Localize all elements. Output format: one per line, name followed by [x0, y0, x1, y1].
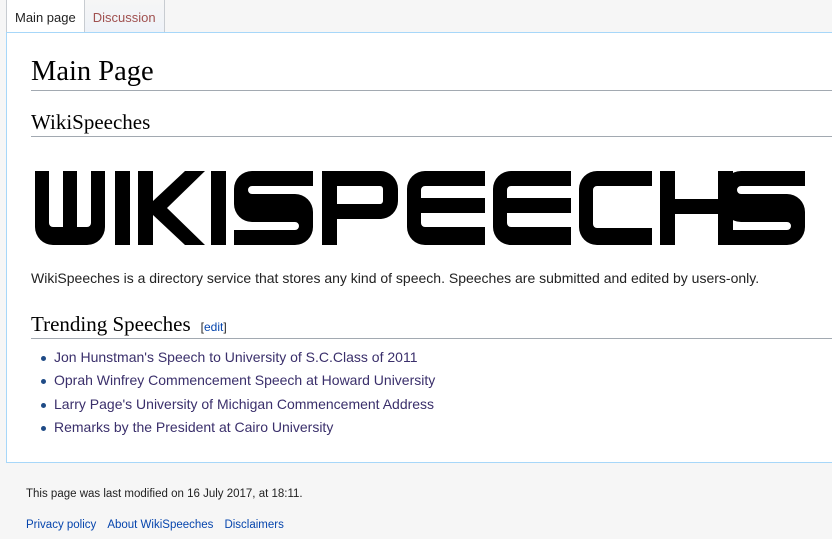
edit-link[interactable]: edit	[204, 320, 223, 334]
footer-links: Privacy policy About WikiSpeeches Discla…	[26, 519, 284, 531]
edit-section: [edit]	[201, 320, 227, 334]
list-item: Oprah Winfrey Commencement Speech at How…	[35, 369, 435, 392]
edit-bracket-close: ]	[223, 320, 227, 334]
trending-heading-label: Trending Speeches	[31, 312, 191, 336]
list-item: Larry Page's University of Michigan Comm…	[35, 393, 435, 416]
list-item: Jon Hunstman's Speech to University of S…	[35, 346, 435, 369]
wikispeeches-logo	[35, 171, 805, 245]
trending-link[interactable]: Larry Page's University of Michigan Comm…	[54, 396, 434, 412]
trending-list: Jon Hunstman's Speech to University of S…	[35, 346, 435, 440]
about-link[interactable]: About WikiSpeeches	[107, 519, 213, 531]
trending-link[interactable]: Oprah Winfrey Commencement Speech at How…	[54, 372, 435, 388]
trending-heading: Trending Speeches [edit]	[31, 311, 832, 340]
last-modified-text: This page was last modified on 16 July 2…	[26, 488, 303, 500]
content-panel: Main Page WikiSpeeches WikiSpeeches is a…	[6, 32, 832, 463]
page-tabs: Main page Discussion	[6, 0, 165, 33]
trending-link[interactable]: Jon Hunstman's Speech to University of S…	[54, 349, 417, 365]
privacy-policy-link[interactable]: Privacy policy	[26, 519, 96, 531]
site-heading: WikiSpeeches	[31, 109, 832, 138]
site-description: WikiSpeeches is a directory service that…	[31, 270, 760, 286]
disclaimers-link[interactable]: Disclaimers	[224, 519, 283, 531]
trending-link[interactable]: Remarks by the President at Cairo Univer…	[54, 419, 333, 435]
tab-main-page[interactable]: Main page	[6, 0, 85, 33]
tab-discussion[interactable]: Discussion	[84, 0, 165, 33]
list-item: Remarks by the President at Cairo Univer…	[35, 416, 435, 439]
page-title: Main Page	[31, 53, 832, 92]
